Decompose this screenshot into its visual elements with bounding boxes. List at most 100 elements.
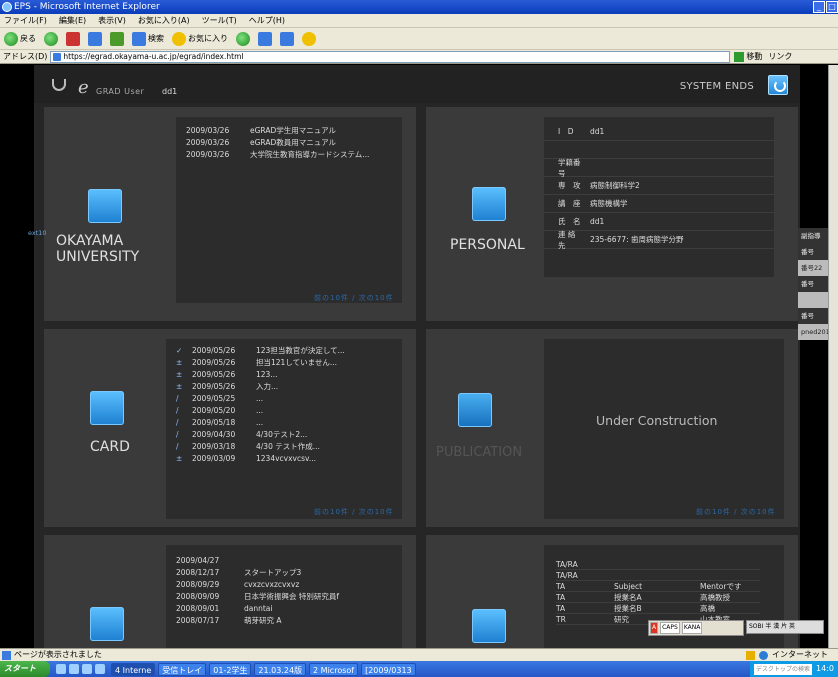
quicklaunch-icon[interactable] bbox=[82, 664, 92, 674]
power-off-button[interactable] bbox=[768, 75, 788, 95]
quicklaunch-icon[interactable] bbox=[56, 664, 66, 674]
search-button[interactable]: 検索 bbox=[132, 31, 164, 46]
presentation-icon[interactable] bbox=[472, 609, 506, 643]
research-list: 2009/04/27 2008/12/17 スタートアップ3 2008/09/29… bbox=[176, 555, 339, 627]
browser-toolbar: 戻る 検索 お気に入り bbox=[0, 28, 838, 50]
home-button[interactable] bbox=[110, 31, 124, 46]
card-label[interactable]: CARD bbox=[90, 439, 130, 455]
side-tab[interactable]: 番号 bbox=[798, 244, 828, 260]
window-titlebar: EPS - Microsoft Internet Explorer _ □ bbox=[0, 0, 838, 14]
list-item[interactable]: ✓ 2009/05/26 123担当教官が決定して... bbox=[176, 345, 345, 357]
address-input[interactable]: https://egrad.okayama-u.ac.jp/egrad/inde… bbox=[50, 50, 731, 63]
vertical-scrollbar[interactable] bbox=[828, 65, 838, 648]
card-list-panel: ✓ 2009/05/26 123担当教官が決定して... ±2009/05/26 担当… bbox=[166, 339, 402, 519]
quicklaunch-icon[interactable] bbox=[69, 664, 79, 674]
publication-pager[interactable]: 前の10件 / 次の10件 bbox=[696, 507, 776, 517]
menu-file[interactable]: ファイル(F) bbox=[4, 14, 47, 27]
user-name: dd1 bbox=[162, 87, 178, 96]
print-button[interactable] bbox=[280, 31, 294, 46]
list-item[interactable]: 2009/03/26 eGRAD教員用マニュアル bbox=[186, 137, 369, 149]
side-tab[interactable] bbox=[798, 292, 828, 308]
links-button[interactable]: リンク bbox=[768, 50, 792, 64]
refresh-button[interactable] bbox=[88, 31, 102, 46]
personal-label[interactable]: PERSONAL bbox=[450, 237, 525, 253]
list-item[interactable]: ±2009/05/26 入力... bbox=[176, 381, 345, 393]
history-button[interactable] bbox=[236, 31, 250, 46]
list-item[interactable]: /2009/04/30 4/30テスト2... bbox=[176, 429, 345, 441]
list-item[interactable]: 2008/07/17 萌芽研究 A bbox=[176, 615, 339, 627]
list-item[interactable]: ±2009/05/26 担当121していません... bbox=[176, 357, 345, 369]
menu-favorites[interactable]: お気に入り(A) bbox=[138, 14, 190, 27]
maximize-button[interactable]: □ bbox=[826, 1, 838, 13]
go-button[interactable]: 移動 bbox=[734, 50, 762, 64]
side-tab[interactable]: 番号22 bbox=[798, 260, 828, 276]
info-row-student-number: 学籍番号 bbox=[544, 158, 774, 178]
card-pager[interactable]: 前の10件 / 次の10件 bbox=[314, 507, 394, 517]
university-side-tag: ext10 bbox=[28, 229, 47, 237]
personal-info: I Ddd1 学籍番号 専 攻病態制御科学2 講 座病態機構学 氏 名 dd1 連… bbox=[544, 117, 774, 277]
table-row[interactable]: TA 授業名A 高橋教授 bbox=[556, 592, 760, 603]
folder-button[interactable] bbox=[302, 31, 316, 46]
favorites-button[interactable]: お気に入り bbox=[172, 31, 228, 46]
table-row[interactable]: TA/RA bbox=[556, 559, 760, 570]
desktop-search-input[interactable]: デスクトップの検索 bbox=[754, 663, 813, 675]
publication-label[interactable]: PUBLICATION bbox=[436, 445, 522, 460]
back-button[interactable]: 戻る bbox=[4, 31, 36, 46]
menu-tools[interactable]: ツール(T) bbox=[202, 14, 237, 27]
list-item[interactable]: /2009/05/18... bbox=[176, 417, 345, 429]
list-item[interactable]: 2008/09/01 danntai bbox=[176, 603, 339, 615]
list-item[interactable]: /2009/05/20... bbox=[176, 405, 345, 417]
list-item[interactable]: 2008/09/29 cvxzcvxzcvxvz bbox=[176, 579, 339, 591]
address-label: アドレス(D) bbox=[3, 51, 48, 61]
gear-icon[interactable] bbox=[90, 607, 124, 641]
menu-edit[interactable]: 編集(E) bbox=[59, 14, 86, 27]
home-icon[interactable] bbox=[88, 189, 122, 223]
status-icon: ± bbox=[176, 382, 183, 391]
table-row[interactable]: TA 授業名B 高橋 bbox=[556, 603, 760, 614]
list-item[interactable]: 2008/09/09 日本学術振興会 特別研究員f bbox=[176, 591, 339, 603]
person-icon[interactable] bbox=[472, 187, 506, 221]
refresh-icon bbox=[88, 31, 102, 46]
ime-language-bar[interactable]: A CAPS KANA bbox=[648, 620, 744, 636]
list-item[interactable]: 2008/12/17 スタートアップ3 bbox=[176, 567, 339, 579]
ime-caps[interactable]: CAPS bbox=[660, 622, 680, 634]
ime-extended-bar[interactable]: SOBI 半 漢 片 英 bbox=[746, 620, 824, 634]
taskbar-item[interactable]: 2 Microsof bbox=[309, 662, 359, 676]
university-pager[interactable]: 前の10件 / 次の10件 bbox=[314, 293, 394, 303]
table-row[interactable]: TA Subject Mentorです bbox=[556, 581, 760, 592]
list-item[interactable]: /2009/05/25... bbox=[176, 393, 345, 405]
forward-arrow-icon bbox=[44, 31, 58, 46]
list-item[interactable]: 2009/04/27 bbox=[176, 555, 339, 567]
mail-button[interactable] bbox=[258, 31, 272, 46]
side-tab[interactable]: 番号 bbox=[798, 308, 828, 324]
ime-kana[interactable]: KANA bbox=[681, 622, 703, 634]
list-item[interactable]: 2009/03/26 eGRAD学生用マニュアル bbox=[186, 125, 369, 137]
quick-launch bbox=[56, 664, 105, 674]
taskbar-item[interactable]: 01-2学生 bbox=[209, 662, 252, 676]
list-item[interactable]: /2009/03/18 4/30 テスト作成... bbox=[176, 441, 345, 453]
table-row[interactable]: TA/RA bbox=[556, 570, 760, 581]
start-button[interactable]: スタート bbox=[0, 661, 50, 677]
side-tab[interactable]: 番号 bbox=[798, 276, 828, 292]
ime-mode-icon[interactable]: A bbox=[650, 622, 659, 634]
card-icon[interactable] bbox=[90, 391, 124, 425]
taskbar-item[interactable]: [2009/0313 bbox=[361, 662, 416, 676]
taskbar-item[interactable]: 21.03.24版 bbox=[254, 662, 307, 676]
quicklaunch-icon[interactable] bbox=[95, 664, 105, 674]
side-tab[interactable]: 副指導 bbox=[798, 228, 828, 244]
list-item[interactable]: ±2009/03/09 1234vcvxvcsv... bbox=[176, 453, 345, 465]
side-tab[interactable]: pned201 bbox=[798, 324, 830, 340]
list-item[interactable]: ±2009/05/26 123... bbox=[176, 369, 345, 381]
stop-button[interactable] bbox=[66, 31, 80, 46]
publication-icon[interactable] bbox=[458, 393, 492, 427]
taskbar-item[interactable]: 受信トレイ bbox=[158, 662, 207, 676]
forward-button[interactable] bbox=[44, 31, 58, 46]
menu-view[interactable]: 表示(V) bbox=[98, 14, 126, 27]
taskbar-item[interactable]: 4 Interne bbox=[111, 662, 156, 676]
list-item[interactable]: 2009/03/26 大学院生教育指導カードシステム... bbox=[186, 149, 369, 161]
menu-help[interactable]: ヘルプ(H) bbox=[249, 14, 285, 27]
minimize-button[interactable]: _ bbox=[813, 1, 825, 13]
ta-ra-table: TA/RA TA/RA TA Subject Mentorです TA 授業名A 高橋教授… bbox=[556, 559, 760, 625]
university-label[interactable]: OKAYAMA UNIVERSITY bbox=[56, 233, 139, 265]
home-icon bbox=[110, 31, 124, 46]
